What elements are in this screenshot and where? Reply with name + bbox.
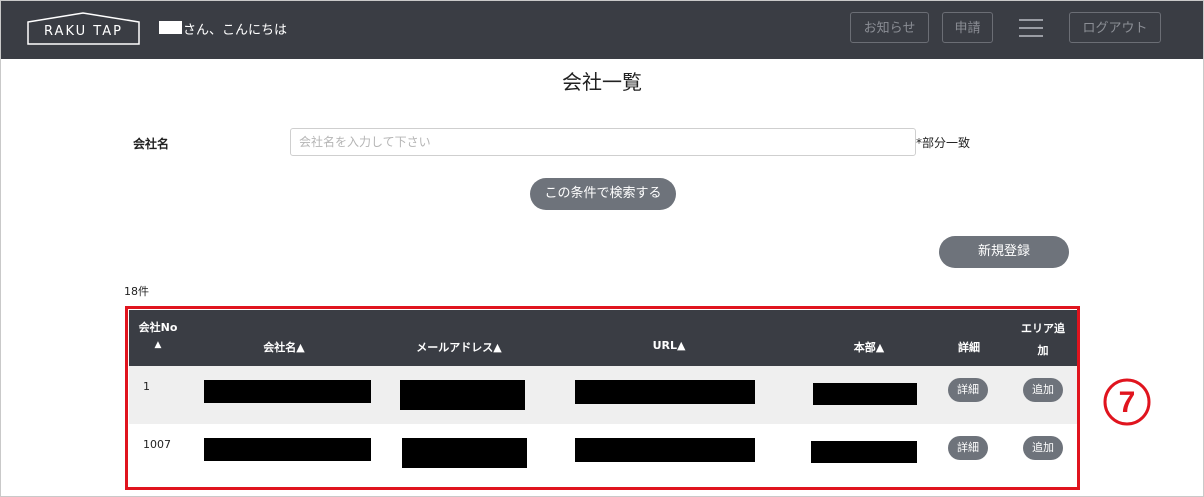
greeting-text: さん、こんにちは [183,23,288,38]
partial-match-note: *部分一致 [916,136,971,150]
logo-text: RAKU TAP [44,24,123,39]
apply-button[interactable]: 申請 [942,12,993,43]
company-name-input[interactable] [290,128,916,156]
annotation-marker-number: 7 [1119,386,1136,419]
annotation-marker-7: 7 [1103,378,1151,426]
annotation-highlight-box [125,306,1080,490]
page-title: 会社一覧 [562,70,642,94]
new-registration-button[interactable]: 新規登録 [939,236,1069,268]
search-button[interactable]: この条件で検索する [530,178,676,210]
logout-button[interactable]: ログアウト [1069,12,1161,43]
company-name-label: 会社名 [133,137,170,151]
hamburger-menu-icon[interactable] [1019,18,1043,38]
raku-tap-logo[interactable]: RAKU TAP [27,12,140,45]
result-count: 18件 [124,285,149,298]
redacted-username [159,21,182,34]
top-navbar: RAKU TAP さん、こんにちは お知らせ 申請 ログアウト [1,1,1203,59]
notices-button[interactable]: お知らせ [850,12,929,43]
